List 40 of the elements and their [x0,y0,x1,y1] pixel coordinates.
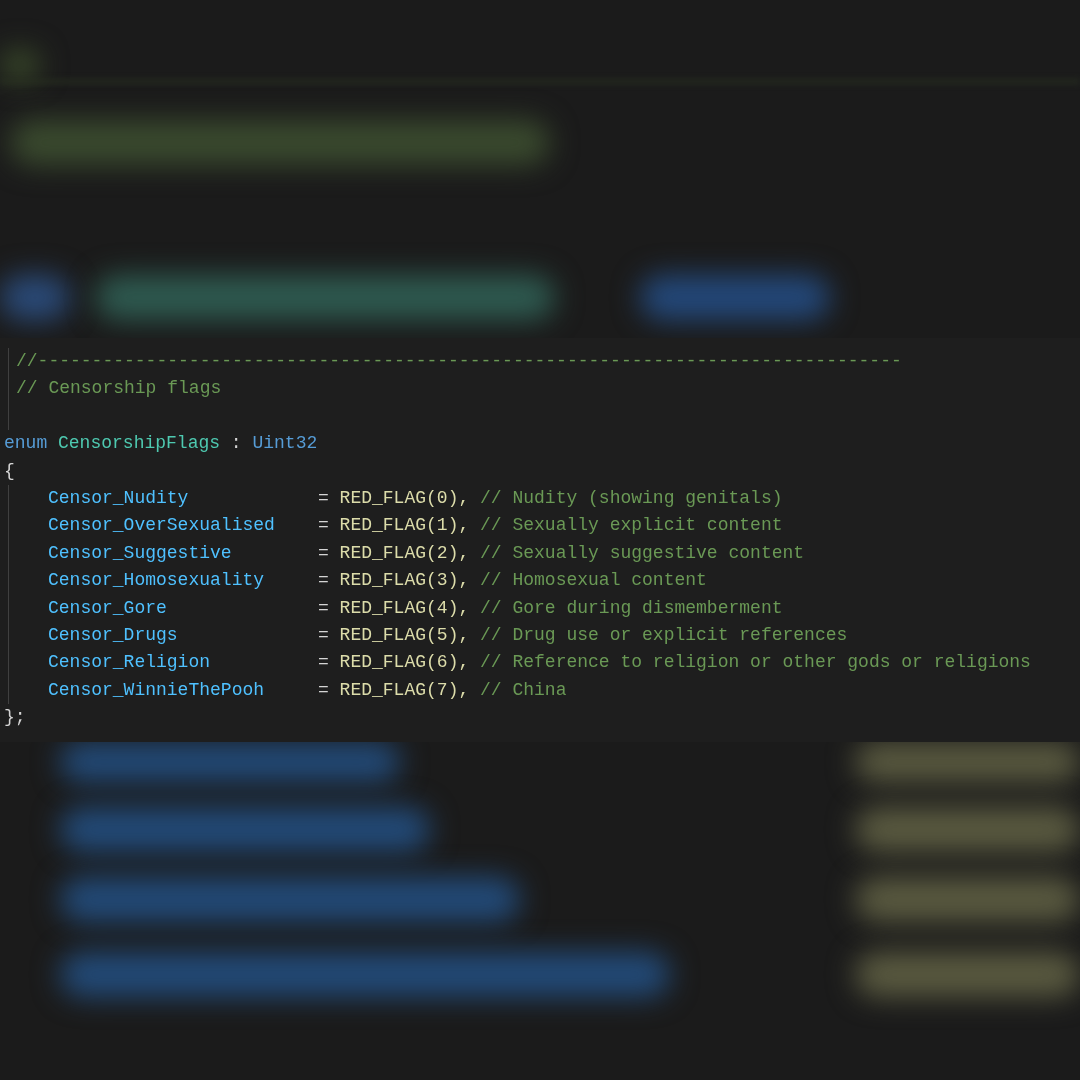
enum-member: Censor_Homosexuality [48,569,266,593]
enum-member: Censor_Religion [48,651,212,675]
enum-member: Censor_Gore [48,596,168,620]
code-comment: // Reference to religion or other gods or religions [480,651,1031,675]
code-operator: = [318,678,329,702]
code-brace: }; [4,707,26,728]
enum-member: Censor_Nudity [48,486,190,510]
code-macro-call: RED_FLAG(3), [339,569,470,593]
code-comment: // Drug use or explicit references [480,623,848,647]
code-macro-call: RED_FLAG(2), [339,541,470,565]
code-operator: = [318,623,329,647]
code-type-name: CensorshipFlags [58,432,221,456]
code-operator: = [318,541,329,565]
enum-member: Censor_WinnieThePooh [48,678,266,702]
code-macro-call: RED_FLAG(0), [339,486,470,510]
code-brace: { [4,460,15,481]
enum-member: Censor_OverSexualised [48,514,276,538]
code-comment: // Censorship flags [16,378,222,399]
code-comment: // Homosexual content [480,569,707,593]
code-keyword: enum [4,432,48,456]
enum-member: Censor_Drugs [48,623,179,647]
code-operator: = [318,486,329,510]
code-macro-call: RED_FLAG(1), [339,514,470,538]
code-comment: // Sexually explicit content [480,514,783,538]
code-punctuation: : [230,432,242,456]
code-comment: // Nudity (showing genitals) [480,486,783,510]
code-operator: = [318,569,329,593]
code-comment: //-------------------------------------------------------------------------------- [16,351,902,371]
code-macro-call: RED_FLAG(7), [339,678,470,702]
enum-member: Censor_Suggestive [48,541,233,565]
code-macro-call: RED_FLAG(6), [339,651,470,675]
code-operator: = [318,596,329,620]
code-macro-call: RED_FLAG(4), [339,596,470,620]
code-comment: // Sexually suggestive content [480,541,805,565]
code-comment: // Gore during dismemberment [480,596,783,620]
code-operator: = [318,514,329,538]
code-macro-call: RED_FLAG(5), [339,623,470,647]
code-comment: // China [480,678,567,702]
code-operator: = [318,651,329,675]
code-type-name: Uint32 [252,432,318,456]
